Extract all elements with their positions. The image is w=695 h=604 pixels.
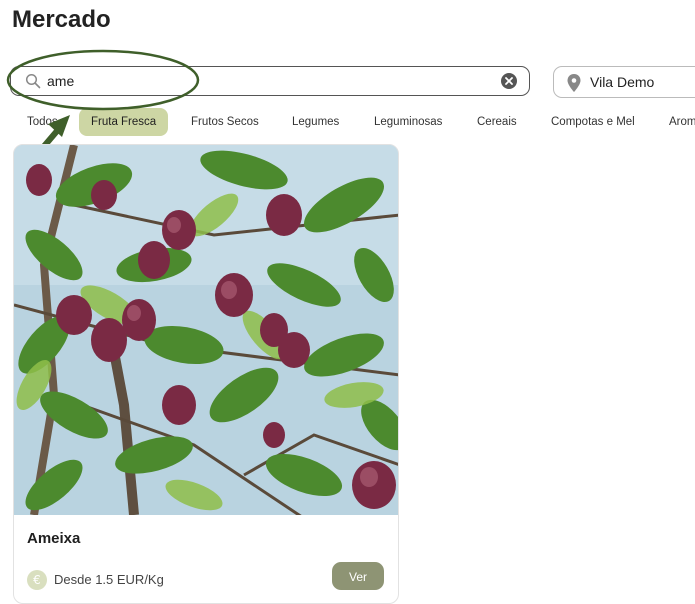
search-icon — [25, 73, 41, 89]
location-label: Vila Demo — [590, 74, 655, 90]
category-aromaticas[interactable]: Arom — [669, 108, 695, 136]
category-fruta-fresca[interactable]: Fruta Fresca — [79, 108, 169, 136]
product-price: Desde 1.5 EUR/Kg — [54, 572, 164, 587]
euro-icon: € — [27, 570, 47, 590]
page-title: Mercado — [12, 6, 111, 33]
category-leguminosas[interactable]: Leguminosas — [374, 108, 442, 136]
map-pin-icon — [567, 74, 581, 92]
product-image-plums — [14, 145, 398, 515]
clear-icon — [505, 77, 513, 85]
category-frutos-secos[interactable]: Frutos Secos — [191, 108, 259, 136]
category-cereais[interactable]: Cereais — [477, 108, 517, 136]
search-input[interactable] — [47, 71, 487, 91]
category-legumes[interactable]: Legumes — [292, 108, 339, 136]
location-selector[interactable]: Vila Demo — [553, 66, 695, 98]
category-compotas-e-mel[interactable]: Compotas e Mel — [551, 108, 635, 136]
category-todos[interactable]: Todos — [27, 108, 58, 136]
view-product-button[interactable]: Ver — [332, 562, 384, 590]
product-card[interactable]: Ameixa € Desde 1.5 EUR/Kg Ver — [13, 144, 399, 604]
clear-search-button[interactable] — [501, 73, 517, 89]
product-name: Ameixa — [27, 530, 81, 547]
search-bar[interactable] — [10, 66, 530, 96]
